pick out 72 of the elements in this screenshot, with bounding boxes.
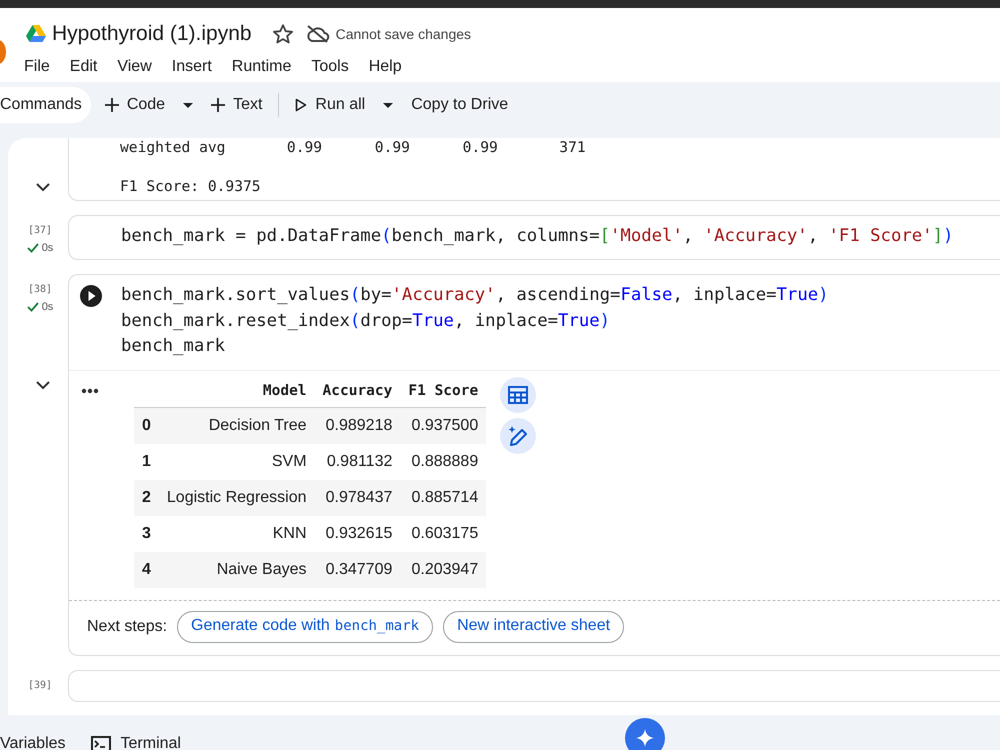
table-cell: 0.885714 [400,480,486,516]
add-button[interactable]: Code [94,88,176,122]
table-cell: KNN [158,516,315,552]
play-icon [295,98,308,112]
table-cell: 0.888889 [400,444,486,480]
table-cell: 0.603175 [400,516,486,552]
caret-icon [183,102,194,108]
code-line: bench_mark = pd.DataFrame(bench_mark, columns=['Model', 'Accuracy', 'F1 Score']) [121,224,954,248]
column-header: Accuracy [314,380,400,407]
column-header: Model [158,380,315,407]
run-time: 0s [42,301,54,313]
terminal-icon [90,736,111,750]
code-line: bench_mark [121,335,226,358]
copy-to-drive-button[interactable]: Copy to Drive [401,88,518,122]
chevron-icon[interactable] [36,380,50,390]
table-cell: 0.989218 [314,407,400,444]
menu-item[interactable]: File [14,58,60,76]
menu-item[interactable]: Edit [60,58,108,76]
commands-button[interactable]: Commands [0,87,91,123]
execution-count: [37] [26,224,52,236]
row-index: 0 [134,407,159,444]
run-all-button[interactable]: Run all [285,88,376,122]
more-icon[interactable] [79,386,101,394]
save-status: Cannot save changes [336,26,472,42]
magic-pencil-button[interactable] [500,418,536,454]
menu-item[interactable]: Runtime [222,58,302,76]
table-cell: Logistic Regression [158,480,315,516]
chevron-icon[interactable] [36,183,50,192]
run-time: 0s [42,242,54,254]
table-view-button[interactable] [500,376,536,412]
code-line: bench_mark.reset_index(drop=True, inplace=True) [121,310,612,332]
column-header: F1 Score [400,380,486,407]
menu-item[interactable]: View [107,58,162,76]
cloud-off-icon [306,24,330,44]
suggestion-chip[interactable]: Generate code with bench_mark [177,610,434,642]
code-line: bench_mark.sort_values(by='Accuracy', ascending=False, inplace=True) [121,284,829,307]
row-index: 3 [134,516,159,552]
menu-item[interactable]: Tools [301,58,359,76]
star-icon[interactable] [272,23,294,45]
table-cell: SVM [158,444,315,480]
row-index: 2 [134,480,159,516]
table-cell: 0.347709 [314,552,400,588]
next-steps-label: Next steps: [87,618,168,636]
variables-tab[interactable]: Variables [0,730,76,750]
sparkle-pencil-icon [507,424,530,446]
row-index: 1 [134,444,159,480]
notebook-title[interactable]: Hypothyroid (1).ipynb [52,22,252,46]
execution-count: [39] [26,680,52,690]
output-line: F1 Score: 0.9375 [120,177,262,196]
execution-count: [38] [26,284,52,295]
gemini-button[interactable] [625,718,665,750]
table-cell: Naive Bayes [158,552,315,588]
table-cell: 0.978437 [314,480,400,516]
plus-icon [104,98,119,112]
menu-item[interactable]: Insert [162,58,222,76]
suggestion-chip[interactable]: New interactive sheet [443,610,624,642]
menu-item[interactable]: Help [358,58,412,76]
caret-icon [383,102,394,108]
table-cell: 0.981132 [314,444,400,480]
output-line: weighted avg 0.99 0.99 0.99 371 [120,138,586,158]
table-cell: Decision Tree [158,407,315,444]
terminal-tab[interactable]: Terminal [86,730,191,750]
plus-icon [211,98,226,112]
table-cell: 0.937500 [400,407,486,444]
drive-logo-icon [26,25,46,43]
add-button[interactable]: Text [201,88,272,122]
table-cell: 0.203947 [400,552,486,588]
sparkle-icon [636,729,654,747]
table-cell: 0.932615 [314,516,400,552]
table-icon [508,386,528,404]
run-cell-button[interactable] [79,284,103,308]
row-index: 4 [134,552,159,588]
